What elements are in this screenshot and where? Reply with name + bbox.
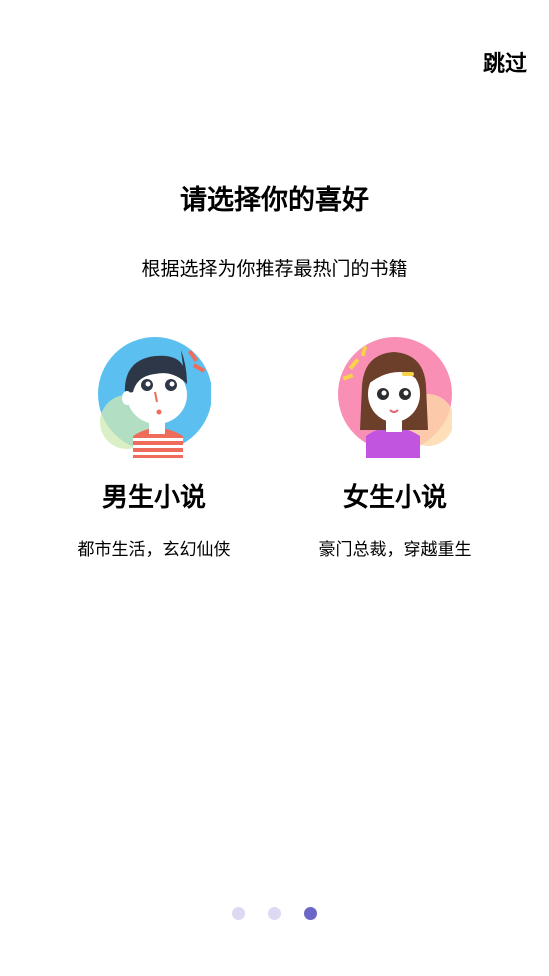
onboarding-screen: 跳过 请选择你的喜好 根据选择为你推荐最热门的书籍 男生小说 都市生活，玄幻仙侠… — [0, 0, 549, 976]
pagination-dots — [0, 907, 549, 920]
option-title: 男生小说 — [101, 483, 206, 513]
skip-button[interactable]: 跳过 — [483, 46, 527, 78]
option-male-novel[interactable]: 男生小说 都市生活，玄幻仙侠 — [44, 332, 264, 562]
option-description: 豪门总裁，穿越重生 — [318, 540, 472, 560]
girl-avatar-icon — [338, 337, 452, 458]
option-title: 女生小说 — [342, 483, 447, 513]
boy-avatar-icon — [98, 337, 211, 458]
pagination-dot-1[interactable] — [232, 907, 245, 920]
option-female-novel[interactable]: 女生小说 豪门总裁，穿越重生 — [285, 332, 505, 562]
page-title: 请选择你的喜好 — [180, 185, 369, 216]
page-subtitle: 根据选择为你推荐最热门的书籍 — [141, 258, 408, 280]
option-description: 都市生活，玄幻仙侠 — [77, 540, 231, 560]
pagination-dot-3-active[interactable] — [304, 907, 317, 920]
pagination-dot-2[interactable] — [268, 907, 281, 920]
